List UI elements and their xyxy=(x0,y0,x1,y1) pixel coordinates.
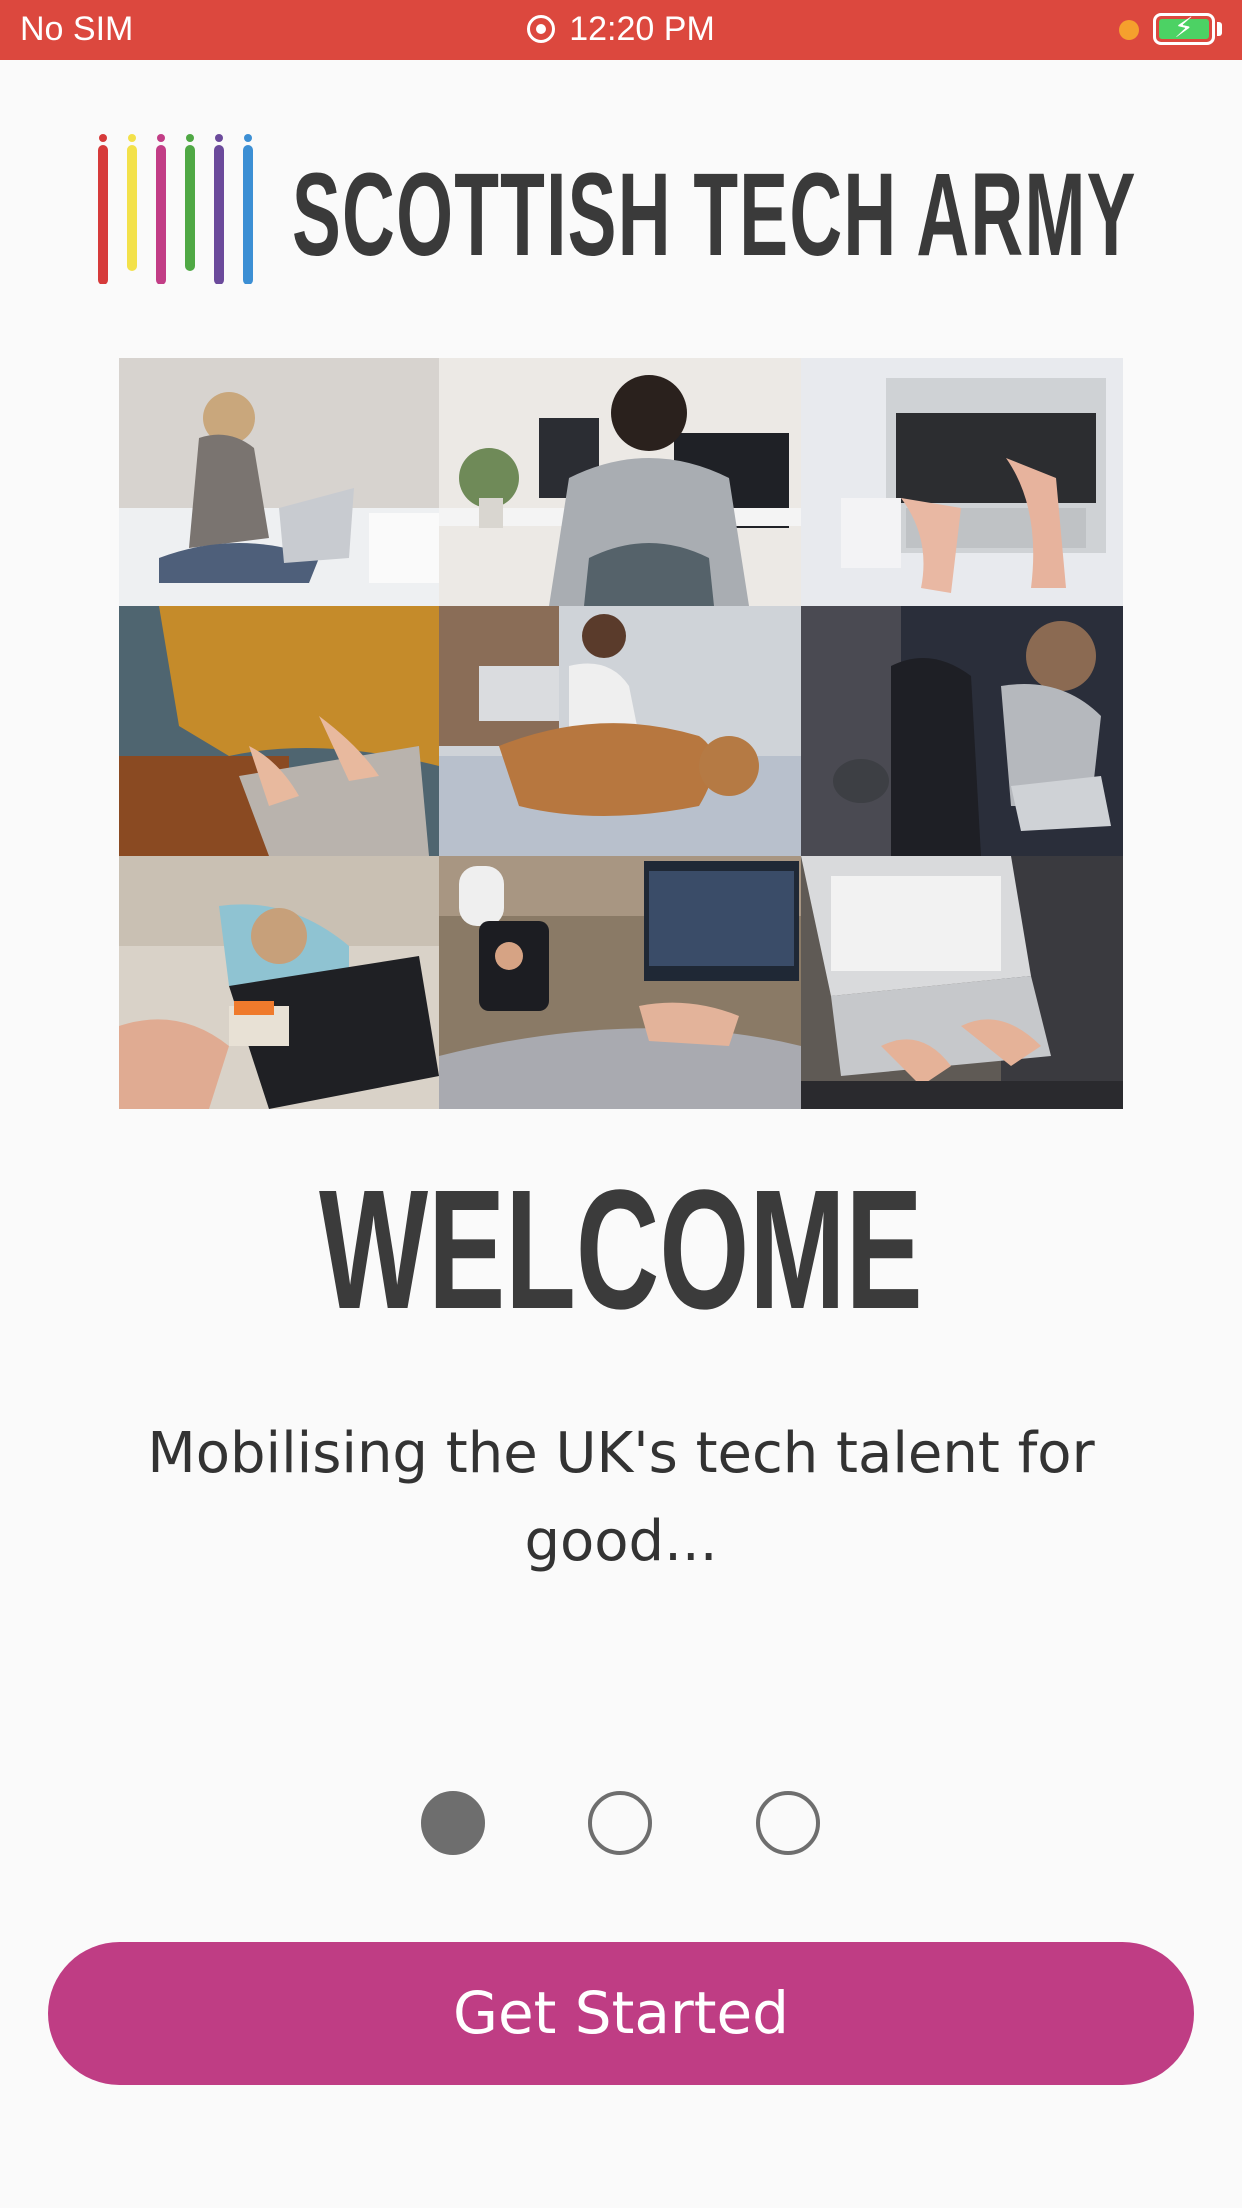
battery-tip xyxy=(1217,22,1222,36)
welcome-tagline: Mobilising the UK's tech talent for good… xyxy=(147,1421,1095,1574)
collage-image-8 xyxy=(439,856,801,1109)
collage-image-9 xyxy=(801,856,1123,1109)
page-indicator-2[interactable] xyxy=(588,1791,652,1855)
collage-image-1 xyxy=(119,358,439,606)
collage-image-6 xyxy=(801,606,1123,856)
logo-bars-icon xyxy=(98,134,253,284)
brand-logo: SCOTTISH TECH ARMY xyxy=(96,134,1146,284)
get-started-button[interactable]: Get Started xyxy=(48,1942,1194,2085)
page-indicator-1[interactable] xyxy=(421,1791,485,1855)
status-time: 12:20 PM xyxy=(569,10,715,48)
welcome-title: WELCOME xyxy=(319,1155,923,1345)
collage-image-5 xyxy=(439,606,801,856)
battery-charging-icon: ⚡ xyxy=(1153,12,1215,45)
privacy-indicator-icon xyxy=(1119,20,1139,40)
page-indicator-3[interactable] xyxy=(756,1791,820,1855)
screen-recording-icon xyxy=(527,15,556,43)
collage-image-2 xyxy=(439,358,801,606)
brand-name: SCOTTISH TECH ARMY xyxy=(292,149,1137,281)
collage-image-7 xyxy=(119,856,439,1109)
collage-image-4 xyxy=(119,606,439,856)
status-bar: No SIM 12:20 PM ⚡ xyxy=(0,0,1242,60)
hero-collage xyxy=(119,358,1123,1109)
status-time-group: 12:20 PM xyxy=(0,10,1242,49)
collage-image-3 xyxy=(801,358,1123,606)
